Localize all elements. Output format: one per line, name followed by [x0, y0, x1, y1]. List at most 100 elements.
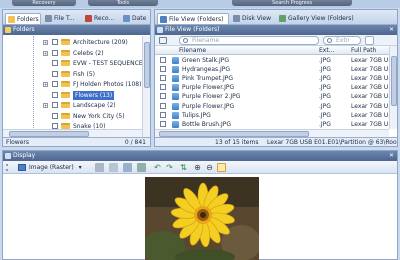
file-row[interactable]: Purple Flower 2.JPG .JPG Lexar 7GB U: [155, 92, 391, 101]
tree-item[interactable]: + Celebs (2): [3, 49, 143, 58]
column-full-path[interactable]: Full Path: [351, 46, 376, 55]
search-icon: [183, 38, 188, 43]
tab-gallery-view[interactable]: Gallery View (Folders): [277, 13, 377, 24]
tree-item-label: Architecture (209): [73, 39, 128, 46]
folder-icon: [5, 27, 11, 33]
file-name: Pink Trumpet.JPG: [182, 75, 234, 83]
file-row-checkbox[interactable]: [160, 102, 166, 109]
file-row[interactable]: Green Stalk.JPG .JPG Lexar 7GB U: [155, 56, 391, 65]
scroll-thumb[interactable]: [144, 42, 150, 88]
file-row[interactable]: Purple Flower.JPG .JPG Lexar 7GB U: [155, 83, 391, 92]
file-row-checkbox[interactable]: [160, 93, 166, 100]
file-view-status-bar: 13 of 15 items Lexar 7GB USB E01.E01\Par…: [155, 137, 397, 146]
file-list-vertical-scrollbar[interactable]: [389, 46, 397, 129]
close-icon[interactable]: ✕: [389, 25, 394, 35]
folder-icon: [61, 91, 70, 98]
display-toolbar: Image (Raster) ▾ ↶ ↷ ⇅ ⊕ ⊖: [3, 161, 397, 174]
scroll-thumb[interactable]: [391, 56, 397, 106]
gallery-icon: [279, 15, 286, 22]
tab-folders[interactable]: Folders: [5, 13, 41, 24]
print-icon[interactable]: [123, 163, 132, 172]
export-icon[interactable]: [109, 163, 118, 172]
file-view-header: File View (Folders) ✕: [155, 25, 397, 35]
folder-icon: [61, 102, 70, 108]
file-row-checkbox[interactable]: [160, 75, 166, 82]
status-item-count: 13 of 15 items: [215, 139, 259, 146]
folders-header: Folders: [3, 25, 150, 35]
tree-vertical-scrollbar[interactable]: [142, 36, 150, 138]
copy-icon[interactable]: [95, 163, 104, 172]
jpg-file-icon: [172, 120, 179, 128]
tree-item-checkbox[interactable]: [52, 112, 58, 119]
file-extension: .JPG: [319, 75, 331, 83]
tree-item[interactable]: + Architecture (209): [3, 38, 143, 47]
tab-tools[interactable]: Tools: [88, 0, 158, 6]
tab-recovery[interactable]: Recovery: [12, 0, 76, 6]
tree-item-label: Landscape (2): [73, 102, 116, 109]
tree-horizontal-scrollbar[interactable]: [3, 129, 142, 137]
filter-button[interactable]: [365, 36, 374, 45]
file-row-checkbox[interactable]: [160, 120, 166, 127]
jpg-file-icon: [172, 84, 179, 92]
expand-icon[interactable]: +: [43, 50, 48, 56]
tree-item-checkbox[interactable]: [52, 81, 58, 87]
file-list-horizontal-scrollbar[interactable]: [155, 129, 389, 137]
image-canvas: [3, 175, 397, 260]
file-row[interactable]: Tulips.JPG .JPG Lexar 7GB U: [155, 111, 391, 120]
tree-item[interactable]: EVW - TEST SEQUENCE (6): [3, 59, 143, 68]
rotate-right-icon[interactable]: ↷: [165, 163, 174, 172]
tree-item-checkbox[interactable]: [52, 70, 58, 77]
flip-icon[interactable]: ⇅: [179, 163, 188, 172]
rotate-left-icon[interactable]: ↶: [153, 163, 162, 172]
tree-item[interactable]: New York City (5): [3, 112, 143, 121]
file-row-checkbox[interactable]: [160, 84, 166, 91]
file-name: Tulips.JPG: [182, 111, 211, 119]
expand-icon[interactable]: +: [43, 82, 48, 87]
display-pane: Display ✕ Image (Raster) ▾ ↶ ↷ ⇅ ⊕ ⊖: [2, 150, 398, 260]
tree-item-checkbox[interactable]: [52, 91, 58, 98]
expand-icon[interactable]: +: [43, 103, 48, 108]
view-options-icon[interactable]: [159, 37, 167, 44]
tab-file-types[interactable]: File T...: [43, 13, 81, 24]
jpg-file-icon: [172, 75, 179, 83]
file-extension: .JPG: [319, 93, 331, 101]
zoom-out-icon[interactable]: ⊖: [205, 163, 214, 172]
folder-icon: [61, 39, 70, 45]
tree-item-checkbox[interactable]: [52, 102, 58, 108]
fit-to-window-icon[interactable]: [217, 163, 226, 172]
folder-icon: [61, 70, 70, 77]
extension-search-input[interactable]: Extn: [323, 36, 361, 45]
tree-item[interactable]: + Landscape (2): [3, 101, 143, 110]
tab-file-view[interactable]: File View (Folders): [157, 13, 229, 24]
tree-item[interactable]: Flowers (13): [3, 90, 143, 100]
tab-search-progress[interactable]: Search Progress: [232, 0, 352, 6]
folder-icon: [61, 81, 70, 87]
filename-search-input[interactable]: Filename: [179, 36, 319, 45]
file-row[interactable]: Bottle Brush.JPG .JPG Lexar 7GB U: [155, 120, 391, 129]
folders-pane: Folders File T... Reco... Date Folders +…: [2, 9, 151, 147]
tab-disk-view[interactable]: Disk View: [231, 13, 275, 24]
column-filename[interactable]: Filename: [179, 46, 206, 55]
tree-item[interactable]: + FJ Holden Photos (108): [3, 80, 143, 89]
image-mode-dropdown[interactable]: Image (Raster) ▾: [17, 162, 82, 173]
close-icon[interactable]: ✕: [389, 151, 394, 161]
file-row[interactable]: Pink Trumpet.JPG .JPG Lexar 7GB U: [155, 74, 391, 83]
file-row-checkbox[interactable]: [160, 57, 166, 63]
status-full-path: Lexar 7GB USB E01.E01\Partition @ 63\Roo: [267, 139, 397, 146]
file-row[interactable]: Hydrangeas.JPG .JPG Lexar 7GB U: [155, 65, 391, 74]
file-row-checkbox[interactable]: [160, 111, 166, 118]
tab-date[interactable]: Date: [121, 13, 151, 24]
tree-item-checkbox[interactable]: [52, 49, 58, 56]
tab-recoverability[interactable]: Reco...: [83, 13, 119, 24]
expand-icon[interactable]: +: [43, 40, 48, 45]
file-path: Lexar 7GB U: [351, 120, 389, 128]
tree-item-checkbox[interactable]: [52, 60, 58, 66]
column-extension[interactable]: Ext...: [319, 46, 334, 55]
save-icon[interactable]: [137, 163, 146, 172]
file-row[interactable]: Purple Flower.JPG .JPG Lexar 7GB U: [155, 102, 391, 111]
zoom-in-icon[interactable]: ⊕: [193, 163, 202, 172]
tree-item-checkbox[interactable]: [52, 39, 58, 45]
tree-item-label: EVW - TEST SEQUENCE (6): [73, 60, 143, 67]
file-row-checkbox[interactable]: [160, 66, 166, 73]
tree-item[interactable]: Fish (5): [3, 70, 143, 79]
